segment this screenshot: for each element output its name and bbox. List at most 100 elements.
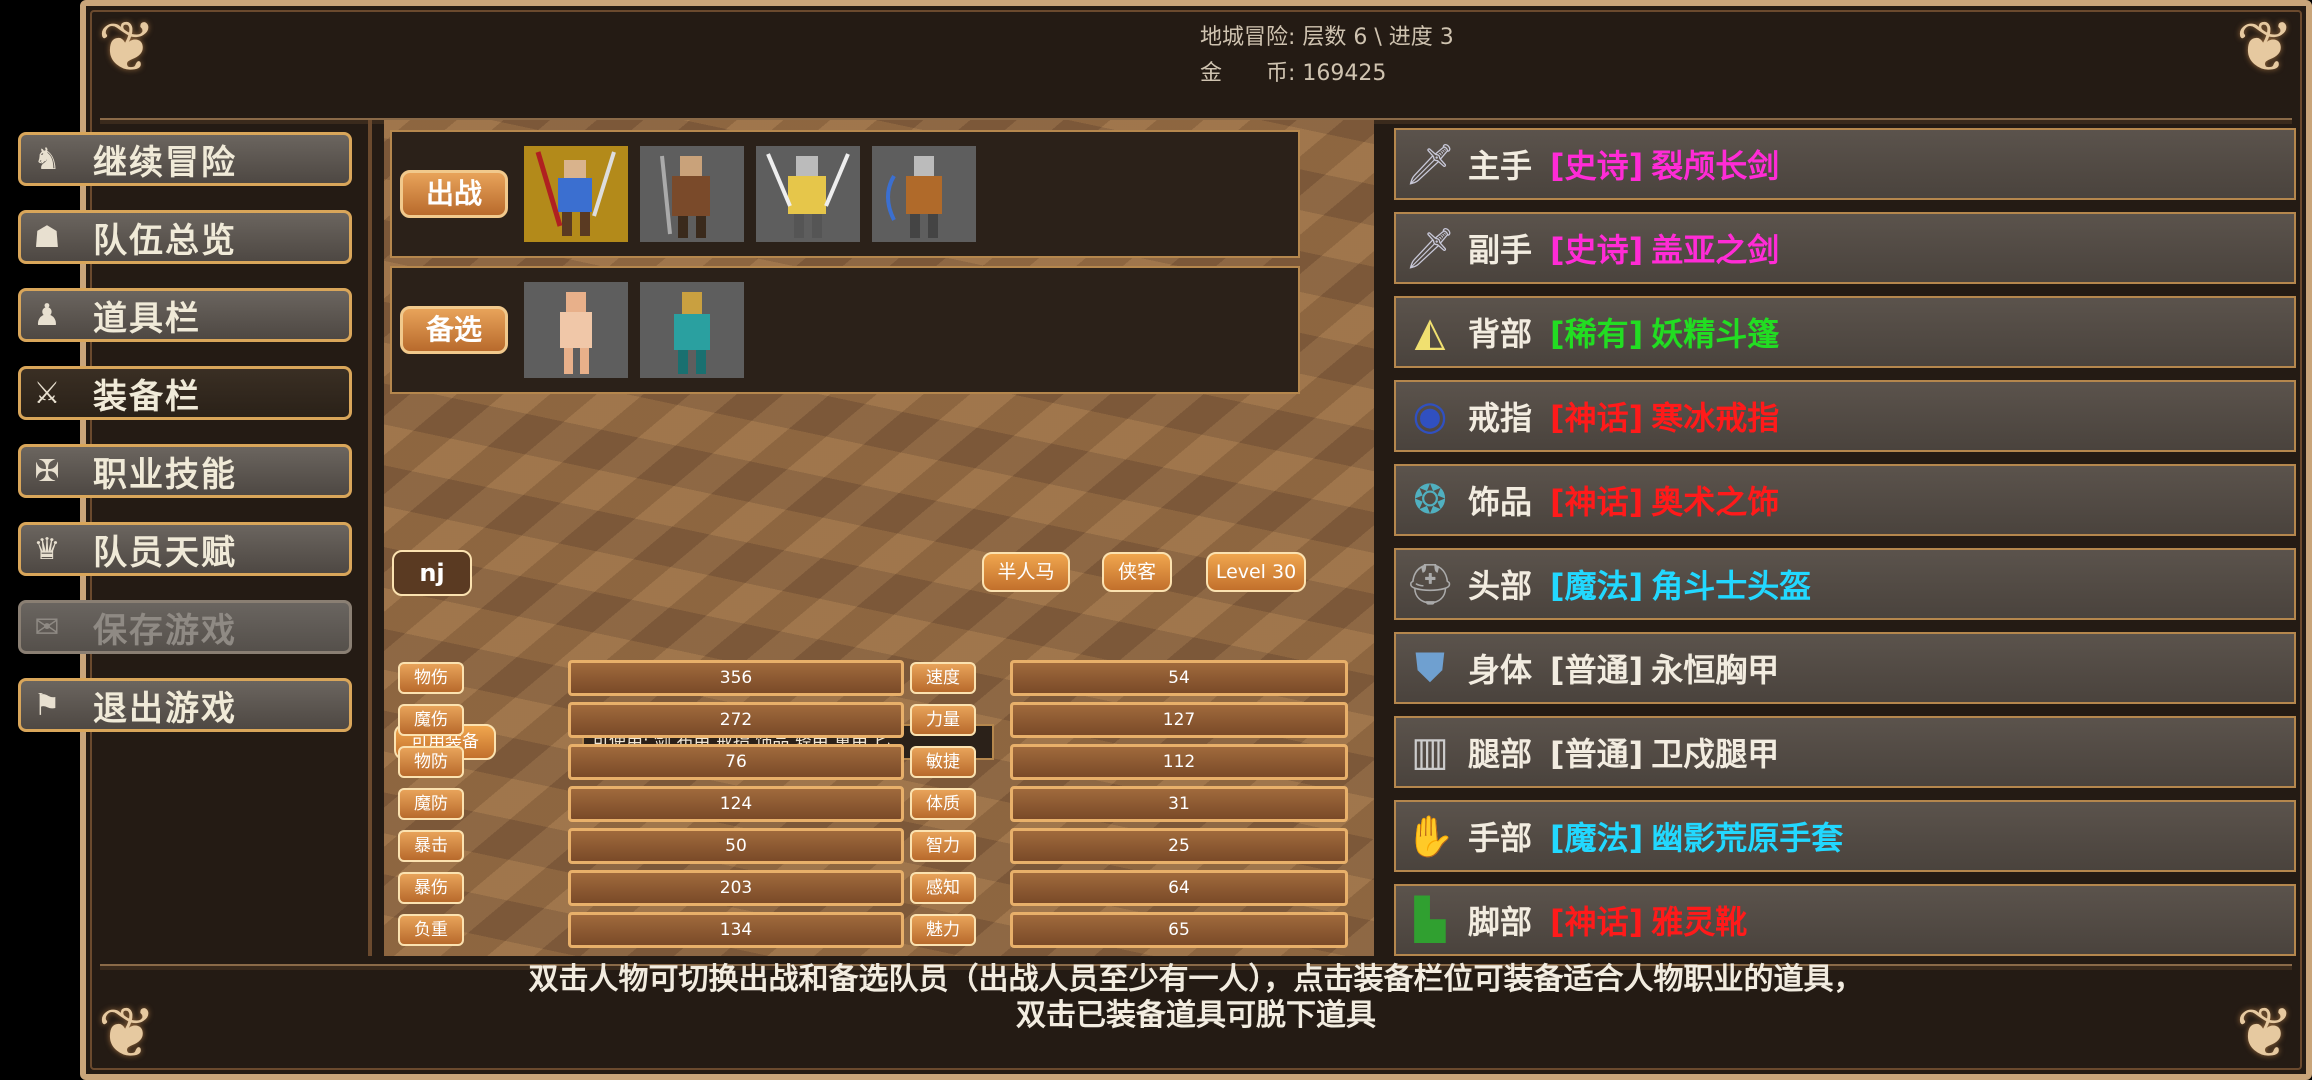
- menu-member-talents[interactable]: ♛ 队员天赋: [18, 522, 352, 576]
- equip-slot-label: 饰品: [1468, 483, 1533, 521]
- equip-slot-0[interactable]: 🗡 主手 [史诗] 裂颅长剑: [1394, 128, 2296, 200]
- party-member-portrait[interactable]: [524, 146, 628, 242]
- reserve-party: 备选: [390, 266, 1300, 394]
- equipment-list: 🗡 主手 [史诗] 裂颅长剑 🗡 副手 [史诗] 盖亚之剑 ◭ 背部 [稀有] 妖精斗篷 ◉ 戒指 [神话]…: [1394, 128, 2296, 968]
- stat-value: 54: [1010, 660, 1348, 696]
- amulet-icon: ❂: [1413, 477, 1447, 523]
- stat-label: 智力: [910, 830, 976, 862]
- equip-rarity: [神话]: [1550, 483, 1644, 521]
- reserve-label: 备选: [400, 306, 508, 354]
- stat-value: 124: [568, 786, 904, 822]
- help-line-2: 双击已装备道具可脱下道具: [1016, 998, 1376, 1033]
- equip-rarity: [史诗]: [1550, 231, 1644, 269]
- stat-label: 力量: [910, 704, 976, 736]
- greaves-icon: ▥: [1411, 729, 1449, 775]
- equip-slot-label: 戒指: [1468, 399, 1533, 437]
- stat-value: 76: [568, 744, 904, 780]
- equip-slot-3[interactable]: ◉ 戒指 [神话] 寒冰戒指: [1394, 380, 2296, 452]
- equip-slot-label: 手部: [1468, 819, 1533, 857]
- race-badge: 半人马: [982, 552, 1070, 592]
- stat-value: 31: [1010, 786, 1348, 822]
- class-badge: 侠客: [1102, 552, 1172, 592]
- equip-rarity: [普通]: [1550, 651, 1644, 689]
- party-member-portrait[interactable]: [640, 146, 744, 242]
- reserve-member-portrait[interactable]: [640, 282, 744, 378]
- character-name: nj: [392, 550, 472, 596]
- equip-slot-label: 脚部: [1468, 903, 1533, 941]
- stat-label: 感知: [910, 872, 976, 904]
- stat-value: 64: [1010, 870, 1348, 906]
- menu-label: 队伍总览: [93, 220, 237, 261]
- reserve-member-portrait[interactable]: [524, 282, 628, 378]
- equip-item-name: 永恒胸甲: [1651, 651, 1780, 689]
- equip-item-name: 妖精斗篷: [1651, 315, 1780, 353]
- equip-slot-2[interactable]: ◭ 背部 [稀有] 妖精斗篷: [1394, 296, 2296, 368]
- menu-exit-game[interactable]: ⚑ 退出游戏: [18, 678, 352, 732]
- menu-label: 装备栏: [93, 376, 201, 417]
- equip-item-name: 寒冰戒指: [1651, 399, 1780, 437]
- party-icon: ☗: [33, 219, 61, 255]
- active-party: 出战: [390, 130, 1300, 258]
- header-info: 地城冒险: 层数 6 \ 进度 3 金 币: 169425: [1200, 20, 1454, 92]
- equip-slot-4[interactable]: ❂ 饰品 [神话] 奥术之饰: [1394, 464, 2296, 536]
- stat-value: 134: [568, 912, 904, 948]
- stat-label: 魔防: [398, 788, 464, 820]
- menu-label: 退出游戏: [93, 688, 237, 729]
- equip-slot-1[interactable]: 🗡 副手 [史诗] 盖亚之剑: [1394, 212, 2296, 284]
- sword-icon: 🗡: [1404, 141, 1456, 188]
- dungeon-progress: 地城冒险: 层数 6 \ 进度 3: [1200, 25, 1454, 50]
- equip-slot-label: 身体: [1468, 651, 1533, 689]
- equip-slot-label: 背部: [1468, 315, 1533, 353]
- main-menu: ♞ 继续冒险 ☗ 队伍总览 ♟ 道具栏 ⚔ 装备栏 ✠ 职业技能 ♛ 队员天赋 …: [18, 132, 352, 756]
- skill-icon: ✠: [34, 453, 60, 489]
- party-member-portrait[interactable]: [872, 146, 976, 242]
- help-text: 双击人物可切换出战和备选队员（出战人员至少有一人），点击装备栏位可装备适合人物职…: [80, 962, 2312, 1034]
- ring-icon: ◉: [1412, 393, 1448, 439]
- helmet-icon: ⛑: [1404, 561, 1456, 608]
- armor-icon: ⛊: [1415, 645, 1445, 691]
- stat-label: 魅力: [910, 914, 976, 946]
- equip-item-name: 角斗士头盔: [1651, 567, 1812, 605]
- stat-label: 物伤: [398, 662, 464, 694]
- equip-slot-label: 主手: [1468, 147, 1533, 185]
- stat-label: 暴击: [398, 830, 464, 862]
- equip-item-name: 盖亚之剑: [1651, 231, 1780, 269]
- menu-party-overview[interactable]: ☗ 队伍总览: [18, 210, 352, 264]
- stat-label: 速度: [910, 662, 976, 694]
- equip-item-name: 雅灵靴: [1651, 903, 1748, 941]
- menu-class-skills[interactable]: ✠ 职业技能: [18, 444, 352, 498]
- equip-rarity: [稀有]: [1550, 315, 1644, 353]
- equip-rarity: [魔法]: [1550, 819, 1644, 857]
- equip-slot-9[interactable]: ▙ 脚部 [神话] 雅灵靴: [1394, 884, 2296, 956]
- equip-slot-8[interactable]: ✋ 手部 [魔法] 幽影荒原手套: [1394, 800, 2296, 872]
- equip-item-name: 裂颅长剑: [1651, 147, 1780, 185]
- equip-slot-7[interactable]: ▥ 腿部 [普通] 卫戍腿甲: [1394, 716, 2296, 788]
- stat-value: 272: [568, 702, 904, 738]
- party-member-portrait[interactable]: [756, 146, 860, 242]
- party-panel: 出战 备选 nj 半人马 侠客 Level 30 可用装备 可使用: 剑 布甲 …: [384, 120, 1374, 956]
- stat-value: 25: [1010, 828, 1348, 864]
- menu-inventory[interactable]: ♟ 道具栏: [18, 288, 352, 342]
- stat-value: 50: [568, 828, 904, 864]
- stat-label: 魔伤: [398, 704, 464, 736]
- stat-value: 356: [568, 660, 904, 696]
- menu-equipment[interactable]: ⚔ 装备栏: [18, 366, 352, 420]
- stat-label: 体质: [910, 788, 976, 820]
- equip-slot-6[interactable]: ⛊ 身体 [普通] 永恒胸甲: [1394, 632, 2296, 704]
- stat-label: 物防: [398, 746, 464, 778]
- boots-icon: ▙: [1414, 897, 1446, 943]
- equip-item-name: 幽影荒原手套: [1651, 819, 1844, 857]
- equip-slot-5[interactable]: ⛑ 头部 [魔法] 角斗士头盔: [1394, 548, 2296, 620]
- menu-label: 保存游戏: [93, 610, 237, 651]
- equip-item-name: 奥术之饰: [1651, 483, 1780, 521]
- stat-value: 127: [1010, 702, 1348, 738]
- bag-icon: ♟: [33, 297, 61, 333]
- active-label: 出战: [400, 170, 508, 218]
- menu-save-game[interactable]: ✉ 保存游戏: [18, 600, 352, 654]
- talent-icon: ♛: [33, 531, 61, 567]
- menu-continue-adventure[interactable]: ♞ 继续冒险: [18, 132, 352, 186]
- stat-label: 负重: [398, 914, 464, 946]
- divider: [368, 120, 372, 956]
- equip-rarity: [史诗]: [1550, 147, 1644, 185]
- dragon-icon: ♞: [33, 141, 61, 177]
